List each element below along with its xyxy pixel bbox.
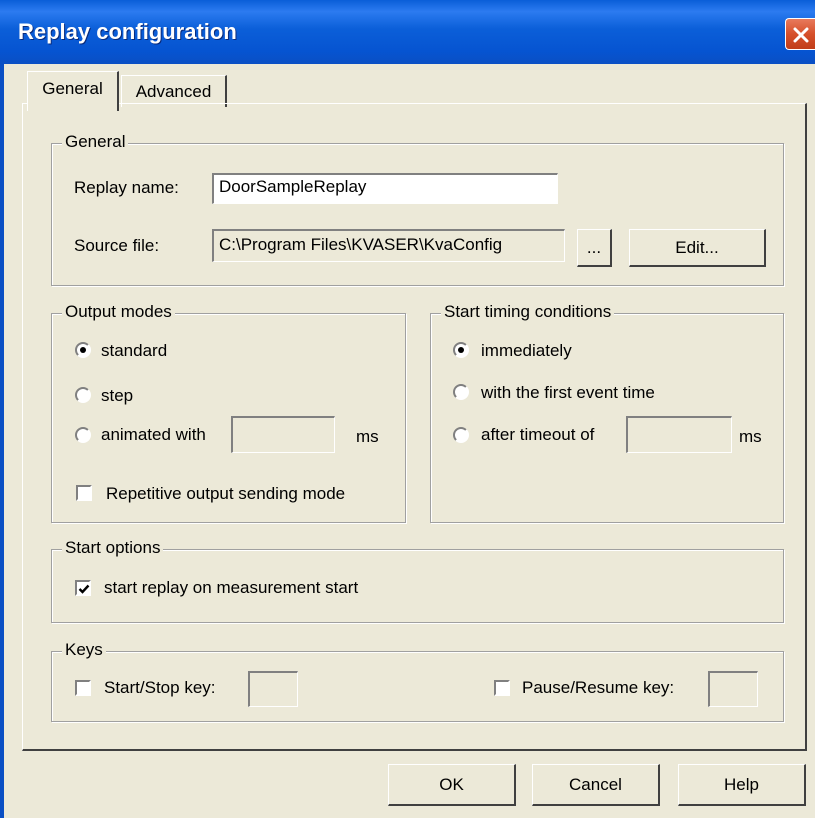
pause-resume-key-input[interactable] [708, 671, 758, 707]
repetitive-label: Repetitive output sending mode [106, 484, 346, 503]
cancel-button[interactable]: Cancel [532, 764, 660, 806]
browse-button[interactable]: ... [577, 229, 612, 267]
tab-general-label: General [42, 79, 103, 98]
radio-animated[interactable] [75, 427, 91, 443]
start-stop-checkbox[interactable] [75, 680, 91, 696]
step-label: step [101, 386, 134, 405]
pause-resume-label: Pause/Resume key: [522, 678, 675, 697]
ok-button[interactable]: OK [388, 764, 516, 806]
help-button[interactable]: Help [678, 764, 806, 806]
start-options-label: Start options [62, 538, 164, 558]
radio-standard[interactable] [75, 342, 91, 358]
window-border [0, 64, 4, 818]
start-stop-key-input[interactable] [248, 671, 298, 707]
start-stop-label: Start/Stop key: [104, 678, 216, 697]
animated-ms-input[interactable] [231, 416, 335, 453]
start-timing-label: Start timing conditions [441, 302, 615, 322]
radio-first-event[interactable] [453, 384, 469, 400]
output-modes-label: Output modes [62, 302, 175, 322]
first-event-label: with the first event time [481, 383, 655, 402]
source-file-label: Source file: [74, 236, 160, 255]
general-group-label: General [62, 132, 129, 152]
dialog-window: Replay configuration General Advanced Ge… [0, 0, 815, 818]
timeout-label: after timeout of [481, 425, 595, 444]
edit-button[interactable]: Edit... [629, 229, 766, 267]
immediately-label: immediately [481, 341, 572, 360]
radio-immediately[interactable] [453, 342, 469, 358]
window-title: Replay configuration [18, 19, 237, 44]
radio-timeout[interactable] [453, 427, 469, 443]
source-file-input[interactable]: C:\Program Files\KVASER\KvaConfig [212, 229, 565, 262]
start-replay-checkbox[interactable] [75, 580, 91, 596]
repetitive-checkbox[interactable] [76, 485, 92, 501]
tab-advanced-label: Advanced [135, 82, 212, 101]
start-replay-label: start replay on measurement start [104, 578, 359, 597]
timeout-ms-unit: ms [739, 427, 762, 446]
pause-resume-checkbox[interactable] [494, 680, 510, 696]
timeout-ms-input[interactable] [626, 416, 732, 453]
tab-general[interactable]: General [27, 71, 119, 111]
replay-name-input[interactable]: DoorSampleReplay [212, 173, 558, 204]
standard-label: standard [101, 341, 168, 360]
close-icon [793, 27, 809, 43]
close-button[interactable] [785, 18, 815, 50]
radio-step[interactable] [75, 387, 91, 403]
animated-label: animated with [101, 425, 206, 444]
replay-name-label: Replay name: [74, 178, 179, 197]
checkmark-icon [78, 584, 90, 594]
keys-label: Keys [62, 640, 106, 660]
title-bar[interactable]: Replay configuration [0, 0, 815, 64]
animated-ms-unit: ms [356, 427, 379, 446]
